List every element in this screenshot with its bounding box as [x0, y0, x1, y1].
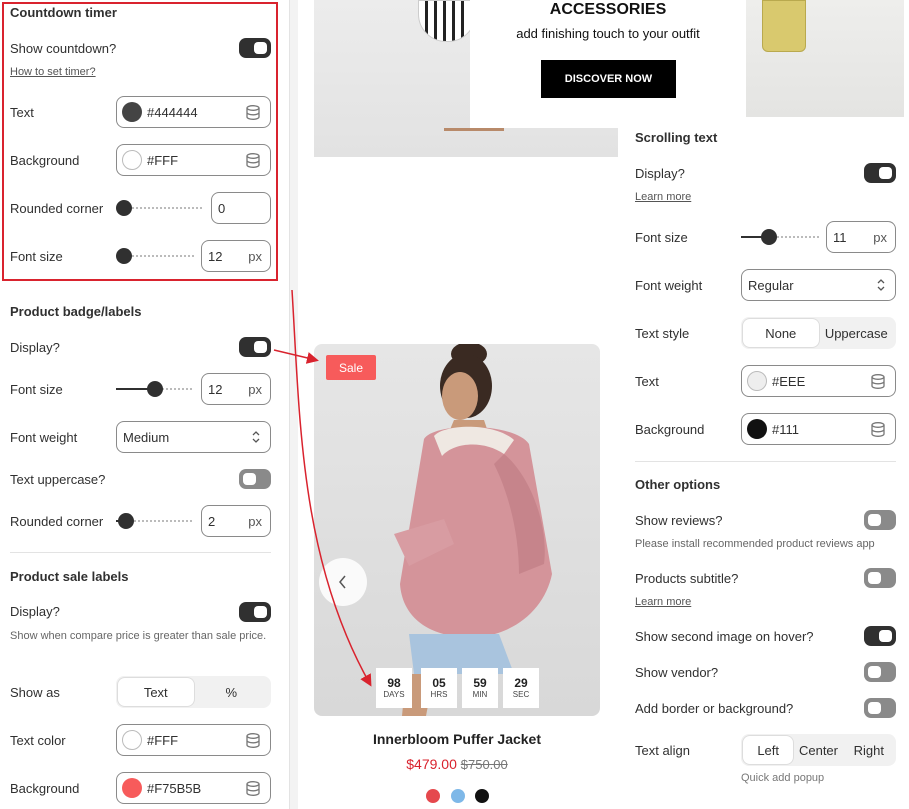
- scrolling-font-weight-label: Font weight: [635, 278, 703, 293]
- scrolling-display-label: Display?: [635, 166, 685, 181]
- scrolling-font-weight-select[interactable]: Regular: [741, 269, 896, 301]
- text-style-segmented[interactable]: None Uppercase: [741, 317, 896, 349]
- scrolling-text-label: Text: [635, 374, 659, 389]
- subtitle-learn-more-link[interactable]: Learn more: [635, 596, 691, 608]
- color-swatch[interactable]: [747, 371, 767, 391]
- unit-label: px: [873, 230, 887, 245]
- scrolling-font-size-value: 11: [833, 229, 847, 245]
- show-reviews-label: Show reviews?: [635, 513, 723, 528]
- database-icon[interactable]: [871, 374, 885, 389]
- scrolling-font-weight-value: Regular: [748, 277, 794, 293]
- border-background-label: Add border or background?: [635, 701, 794, 716]
- scrolling-learn-more-link[interactable]: Learn more: [635, 191, 691, 203]
- text-align-center-option[interactable]: Center: [793, 736, 843, 764]
- scrolling-display-toggle[interactable]: [864, 163, 896, 183]
- second-image-label: Show second image on hover?: [635, 629, 814, 644]
- database-icon[interactable]: [871, 422, 885, 437]
- text-style-uppercase-option[interactable]: Uppercase: [819, 319, 895, 347]
- scrolling-text-color-value: #EEE: [772, 373, 806, 389]
- color-swatch[interactable]: [747, 419, 767, 439]
- scrolling-title: Scrolling text: [635, 130, 718, 145]
- show-vendor-label: Show vendor?: [635, 665, 719, 680]
- text-align-label: Text align: [635, 743, 690, 758]
- text-align-left-option[interactable]: Left: [743, 736, 794, 764]
- quick-add-popup-text: Quick add popup: [741, 772, 825, 784]
- border-background-toggle[interactable]: [864, 698, 896, 718]
- show-reviews-toggle[interactable]: [864, 510, 896, 530]
- annotation-arrows: [273, 289, 372, 687]
- products-subtitle-toggle[interactable]: [864, 568, 896, 588]
- select-chevron-icon: [877, 279, 885, 291]
- scrolling-font-size-slider[interactable]: [741, 229, 819, 245]
- second-image-toggle[interactable]: [864, 626, 896, 646]
- text-align-segmented[interactable]: Left Center Right: [741, 734, 896, 766]
- show-reviews-help: Please install recommended product revie…: [635, 538, 875, 550]
- scrolling-bg-color-value: #111: [772, 421, 799, 437]
- text-style-none-option[interactable]: None: [743, 319, 819, 347]
- section-divider: [635, 461, 896, 462]
- text-align-right-option[interactable]: Right: [844, 736, 894, 764]
- scrolling-bg-color-field[interactable]: #111: [741, 413, 896, 445]
- scrolling-bg-label: Background: [635, 422, 705, 437]
- scrolling-font-size-input[interactable]: 11 px: [826, 221, 896, 253]
- scrolling-text-color-field[interactable]: #EEE: [741, 365, 896, 397]
- scrolling-font-size-label: Font size: [635, 230, 688, 245]
- show-vendor-toggle[interactable]: [864, 662, 896, 682]
- text-style-label: Text style: [635, 326, 690, 341]
- other-options-title: Other options: [635, 477, 721, 492]
- products-subtitle-label: Products subtitle?: [635, 571, 739, 586]
